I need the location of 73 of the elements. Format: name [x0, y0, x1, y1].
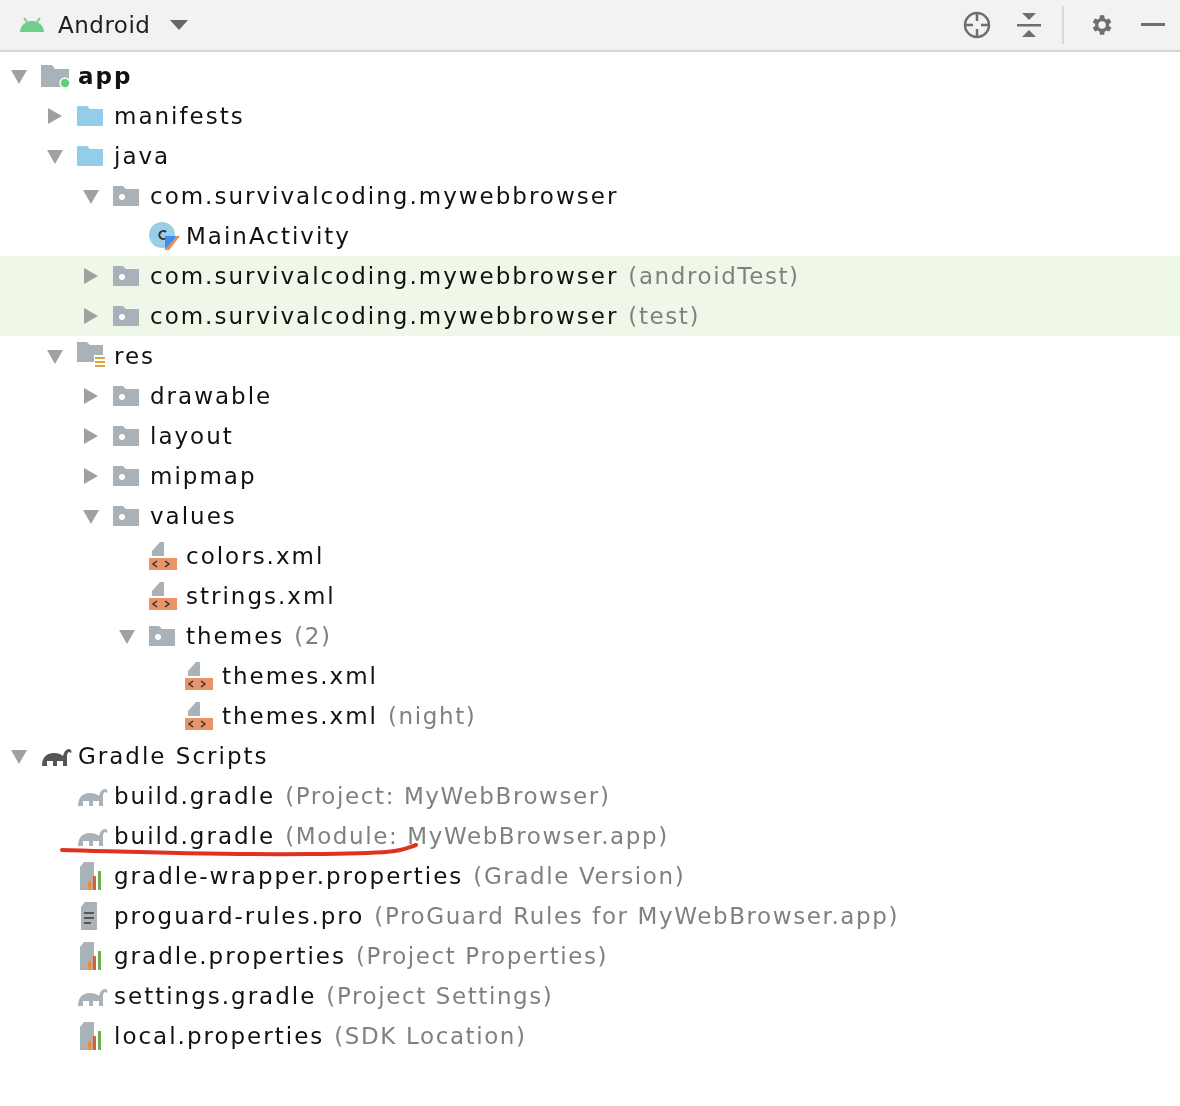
collapse-all-icon[interactable]	[1017, 12, 1041, 38]
tree-item-label[interactable]: gradle.properties	[114, 943, 346, 969]
tree-item-hint: (Module: MyWebBrowser.app)	[285, 823, 669, 849]
tree-item-label[interactable]: Gradle Scripts	[78, 743, 269, 769]
tree-item-label[interactable]: MainActivity	[186, 223, 351, 249]
tree-item-label[interactable]: gradle-wrapper.properties	[114, 863, 464, 889]
tree-item-label[interactable]: settings.gradle	[114, 983, 317, 1009]
tree-item-label[interactable]: themes	[186, 623, 285, 649]
folder-icon	[76, 145, 104, 167]
tree-item-label[interactable]: res	[114, 343, 156, 369]
view-selector[interactable]: Android	[58, 12, 151, 38]
module-folder-icon	[40, 63, 72, 89]
package-folder-icon	[112, 505, 140, 527]
tree-item-hint: (Gradle Version)	[473, 863, 686, 889]
tree-item-label[interactable]: themes.xml	[222, 703, 378, 729]
collapse-arrow-icon[interactable]	[82, 307, 100, 325]
tree-item-label[interactable]: strings.xml	[186, 583, 336, 609]
xml-file-icon	[148, 541, 178, 571]
expand-arrow-icon[interactable]	[46, 147, 64, 165]
tree-item-label[interactable]: themes.xml	[222, 663, 378, 689]
tree-item-label[interactable]: mipmap	[150, 463, 257, 489]
tree-item-hint: (Project: MyWebBrowser)	[285, 783, 611, 809]
tree-item-hint: (SDK Location)	[334, 1023, 527, 1049]
tree-item-label[interactable]: com.survivalcoding.mywebbrowser	[150, 183, 619, 209]
package-folder-icon	[112, 305, 140, 327]
tree-item-label[interactable]: proguard-rules.pro	[114, 903, 365, 929]
package-folder-icon	[148, 625, 176, 647]
minimize-icon[interactable]	[1141, 23, 1165, 27]
tree-item-label[interactable]: app	[78, 63, 133, 89]
highlighted-tree-row[interactable]: com.survivalcoding.mywebbrowser (test)	[0, 296, 1180, 336]
collapse-arrow-icon[interactable]	[82, 387, 100, 405]
tree-item-hint: (2)	[294, 623, 332, 649]
tree-item-label[interactable]: build.gradle	[114, 823, 276, 849]
tree-item-label[interactable]: com.survivalcoding.mywebbrowser	[150, 303, 619, 329]
tree-item-hint: (test)	[628, 303, 701, 329]
expand-arrow-icon[interactable]	[10, 747, 28, 765]
kotlin-class-icon	[148, 222, 180, 250]
xml-file-icon	[184, 701, 214, 731]
collapse-arrow-icon[interactable]	[82, 427, 100, 445]
tree-item-hint: (ProGuard Rules for MyWebBrowser.app)	[374, 903, 900, 929]
tree-item-label[interactable]: values	[150, 503, 237, 529]
package-folder-icon	[112, 385, 140, 407]
tree-item-label[interactable]: local.properties	[114, 1023, 325, 1049]
tree-item-label[interactable]: drawable	[150, 383, 273, 409]
package-folder-icon	[112, 265, 140, 287]
tree-item-label[interactable]: layout	[150, 423, 234, 449]
tree-item-hint: (Project Settings)	[326, 983, 554, 1009]
expand-arrow-icon[interactable]	[46, 347, 64, 365]
tree-item-label[interactable]: build.gradle	[114, 783, 276, 809]
tree-item-label[interactable]: com.survivalcoding.mywebbrowser	[150, 263, 619, 289]
tree-item-label[interactable]: java	[114, 143, 171, 169]
xml-file-icon	[184, 661, 214, 691]
package-folder-icon	[112, 425, 140, 447]
collapse-arrow-icon[interactable]	[46, 107, 64, 125]
tree-item-hint: (Project Properties)	[356, 943, 609, 969]
collapse-arrow-icon[interactable]	[82, 467, 100, 485]
package-folder-icon	[112, 465, 140, 487]
package-folder-icon	[112, 185, 140, 207]
folder-icon	[76, 105, 104, 127]
tree-item-label[interactable]: manifests	[114, 103, 245, 129]
tree-item-label[interactable]: colors.xml	[186, 543, 325, 569]
collapse-arrow-icon[interactable]	[82, 267, 100, 285]
expand-arrow-icon[interactable]	[118, 627, 136, 645]
android-icon	[18, 17, 46, 33]
tree-item-hint: (androidTest)	[628, 263, 800, 289]
expand-arrow-icon[interactable]	[82, 187, 100, 205]
dropdown-caret-icon[interactable]	[170, 20, 189, 30]
expand-arrow-icon[interactable]	[10, 67, 28, 85]
locate-icon[interactable]	[963, 11, 991, 39]
highlighted-tree-row[interactable]: com.survivalcoding.mywebbrowser (androidTest)	[0, 256, 1180, 296]
expand-arrow-icon[interactable]	[82, 507, 100, 525]
tree-item-hint: (night)	[388, 703, 477, 729]
xml-file-icon	[148, 581, 178, 611]
